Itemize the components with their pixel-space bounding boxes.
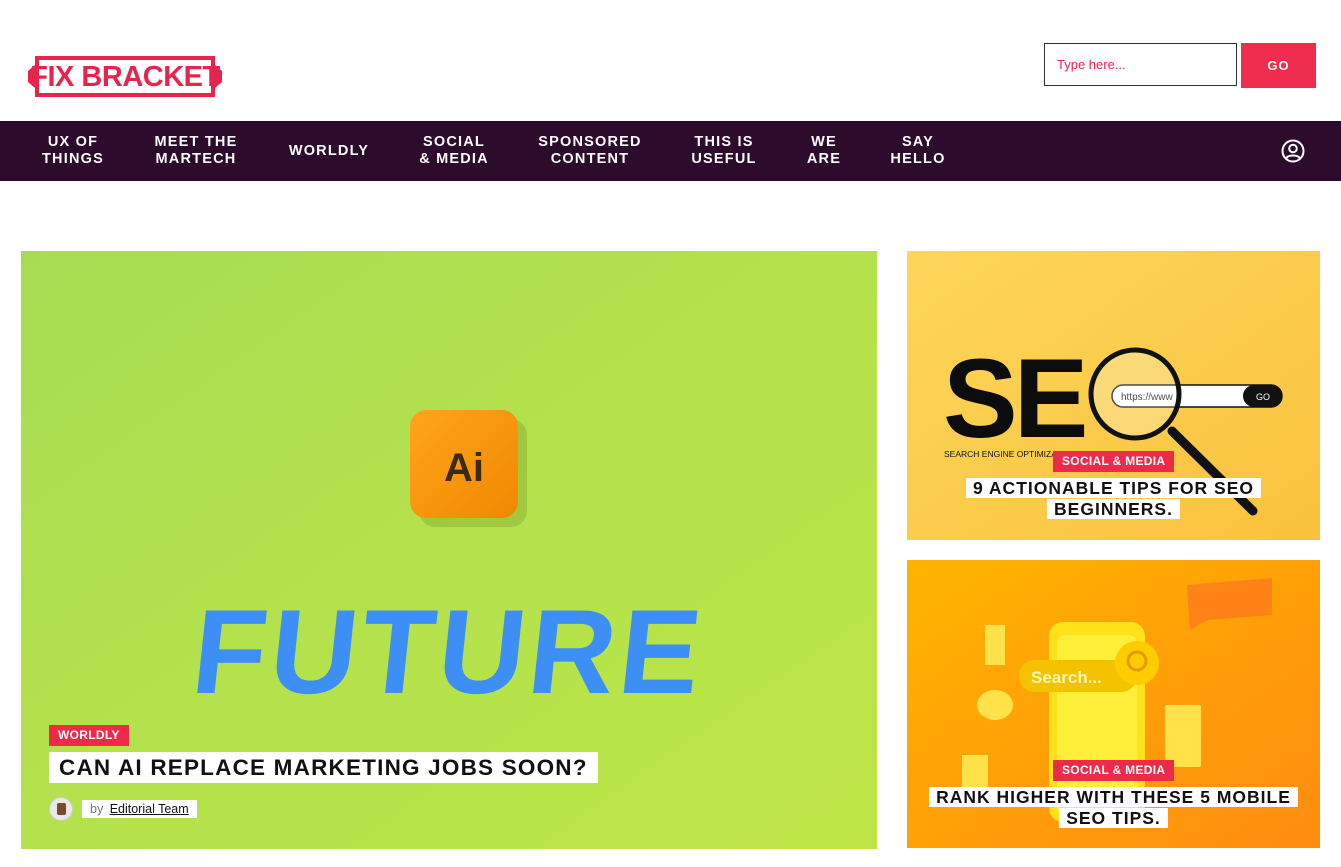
featured-post[interactable]: Ai FUTURE WORLDLY CAN AI REPLACE MARKETI… <box>21 251 877 849</box>
nav-item-ux-of-things[interactable]: UX OF THINGS <box>34 121 112 181</box>
featured-post-title[interactable]: CAN AI REPLACE MARKETING JOBS SOON? <box>49 752 598 783</box>
byline: by Editorial Team <box>49 797 197 821</box>
nav-item-this-is-useful[interactable]: THIS IS USEFUL <box>683 121 765 181</box>
category-badge[interactable]: WORLDLY <box>49 725 129 746</box>
side-post-title[interactable]: 9 ACTIONABLE TIPS FOR SEO BEGINNERS. <box>907 478 1320 519</box>
fix-bracket-logo[interactable]: FIX BRACKET <box>27 53 223 100</box>
nav-item-meet-the-martech[interactable]: MEET THE MARTECH <box>146 121 246 181</box>
nav-item-social-media[interactable]: SOCIAL & MEDIA <box>411 121 497 181</box>
site-header: FIX BRACKET GO <box>0 0 1341 121</box>
author-avatar[interactable] <box>49 797 73 821</box>
main-nav: UX OF THINGS MEET THE MARTECH WORLDLY SO… <box>0 121 1341 181</box>
mobile-search-text: Search... <box>1031 668 1102 687</box>
search-go-button[interactable]: GO <box>1241 43 1316 88</box>
nav-item-worldly[interactable]: WORLDLY <box>281 121 377 181</box>
user-circle-icon[interactable] <box>1281 139 1305 163</box>
future-word: FUTURE <box>187 585 712 719</box>
nav-item-say-hello[interactable]: SAY HELLO <box>882 121 954 181</box>
nav-item-sponsored-content[interactable]: SPONSORED CONTENT <box>531 121 649 181</box>
author-link[interactable]: Editorial Team <box>110 802 189 816</box>
side-post-mobile-seo[interactable]: Search... SOCIAL & MEDIA RANK HIGHER WIT… <box>907 560 1320 848</box>
category-badge[interactable]: SOCIAL & MEDIA <box>1053 760 1175 781</box>
logo-text: FIX BRACKET <box>30 61 220 93</box>
search-input[interactable] <box>1044 43 1237 86</box>
ai-app-icon-text: Ai <box>444 446 484 490</box>
seo-big-letters: SE <box>943 336 1085 461</box>
side-post-title[interactable]: RANK HIGHER WITH THESE 5 MOBILE SEO TIPS. <box>907 787 1320 828</box>
seo-go-text: GO <box>1256 392 1270 402</box>
side-post-seo-tips[interactable]: SE SEARCH ENGINE OPTIMIZATION https://ww… <box>907 251 1320 540</box>
byline-prefix: by <box>90 802 104 816</box>
category-badge[interactable]: SOCIAL & MEDIA <box>1053 451 1175 472</box>
nav-item-we-are[interactable]: WE ARE <box>800 121 848 181</box>
